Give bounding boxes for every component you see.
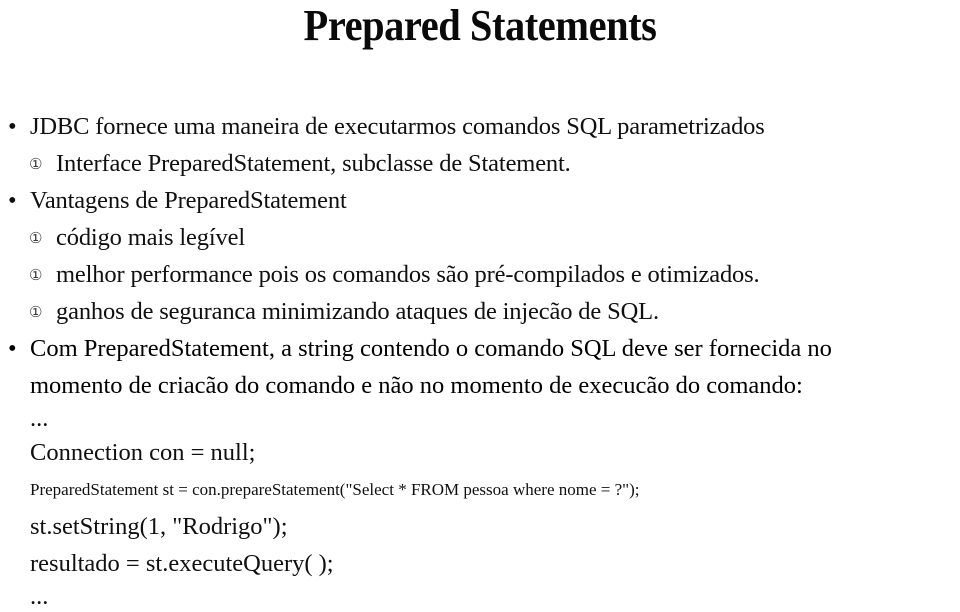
presentation-slide: Prepared Statements • JDBC fornece uma m… — [0, 0, 960, 610]
bullet-text: Interface PreparedStatement, subclasse d… — [56, 150, 571, 177]
paragraph-text: momento de criacão do comando e não no m… — [30, 372, 803, 399]
bullet-item-melhor-performance: ① melhor performance pois os comandos sã… — [0, 256, 960, 293]
paragraph-com-preparedstatement: • Com PreparedStatement, a string conten… — [0, 330, 960, 404]
bullet-item-ganhos-seguranca: ① ganhos de seguranca minimizando ataque… — [0, 293, 960, 330]
bullet-level2-icon: ① — [29, 268, 43, 284]
code-line-connection: Connection con = null; — [30, 439, 256, 466]
paragraph-text: Com PreparedStatement, a string contendo… — [30, 335, 832, 362]
code-ellipsis-top: ... — [30, 405, 49, 432]
bullet-item-interface-preparedstatement: ① Interface PreparedStatement, subclasse… — [0, 145, 960, 182]
paragraph-line-2: momento de criacão do comando e não no m… — [30, 367, 954, 404]
bullet-item-jdbc-intro: • JDBC fornece uma maneira de executarmo… — [0, 108, 960, 145]
code-line-executequery: resultado = st.executeQuery( ); — [30, 550, 334, 577]
slide-body: • JDBC fornece uma maneira de executarmo… — [0, 108, 960, 612]
bullet-text: ganhos de seguranca minimizando ataques … — [56, 298, 659, 325]
slide-title: Prepared Statements — [303, 1, 657, 50]
bullet-text: código mais legível — [56, 224, 246, 251]
code-line-preparestatement: PreparedStatement st = con.prepareStatem… — [30, 480, 640, 499]
bullet-level1-icon: • — [8, 187, 17, 214]
bullet-level1-icon: • — [8, 113, 17, 140]
bullet-item-codigo-legivel: ① código mais legível — [0, 219, 960, 256]
bullet-item-vantagens: • Vantagens de PreparedStatement — [0, 182, 960, 219]
bullet-level2-icon: ① — [29, 157, 43, 173]
paragraph-line-1: Com PreparedStatement, a string contendo… — [30, 330, 954, 367]
code-line-setstring: st.setString(1, "Rodrigo"); — [30, 513, 288, 540]
bullet-level2-icon: ① — [29, 231, 43, 247]
bullet-text: Vantagens de PreparedStatement — [30, 187, 347, 214]
bullet-level2-icon: ① — [29, 305, 43, 321]
code-ellipsis-bottom: ... — [30, 583, 49, 610]
bullet-text: melhor performance pois os comandos são … — [56, 261, 760, 288]
bullet-text: JDBC fornece uma maneira de executarmos … — [30, 113, 765, 140]
bullet-level1-icon: • — [8, 335, 17, 362]
